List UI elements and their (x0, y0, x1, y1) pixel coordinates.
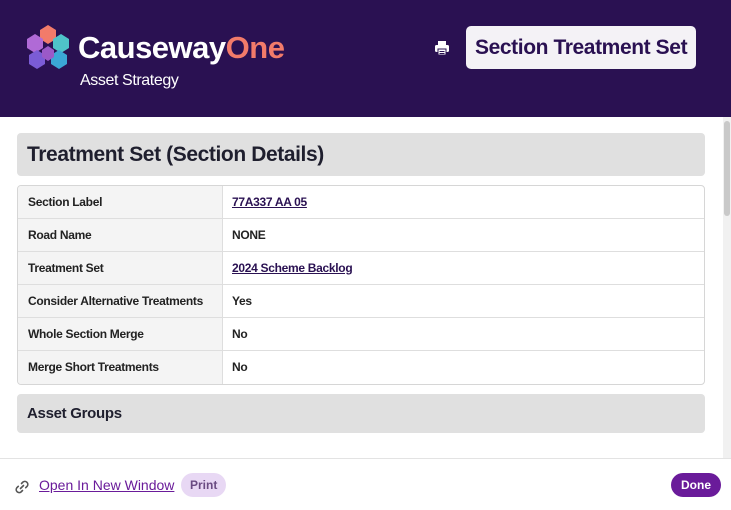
row-value: Yes (232, 294, 252, 308)
table-row: Consider Alternative Treatments Yes (18, 285, 704, 318)
row-value: 2024 Scheme Backlog (223, 252, 704, 284)
open-in-new-window-link[interactable]: Open In New Window (39, 477, 174, 493)
row-label: Section Label (18, 186, 223, 218)
content-area: Treatment Set (Section Details) Section … (0, 117, 723, 458)
row-label: Merge Short Treatments (18, 351, 223, 384)
details-heading: Treatment Set (Section Details) (17, 133, 705, 176)
row-label: Treatment Set (18, 252, 223, 284)
row-label: Consider Alternative Treatments (18, 285, 223, 317)
app-header: CausewayOne Asset Strategy Section Treat… (0, 0, 731, 117)
causeway-logo-icon (27, 25, 69, 69)
table-row: Road Name NONE (18, 219, 704, 252)
table-row: Whole Section Merge No (18, 318, 704, 351)
treatment-set-link[interactable]: 2024 Scheme Backlog (232, 261, 353, 275)
asset-groups-heading[interactable]: Asset Groups (17, 394, 705, 433)
table-row: Merge Short Treatments No (18, 351, 704, 384)
printer-icon[interactable] (434, 40, 450, 56)
brand-primary: Causeway (78, 30, 226, 65)
row-value: NONE (232, 228, 266, 242)
row-value: No (232, 360, 248, 374)
done-button[interactable]: Done (671, 473, 721, 497)
dialog-footer: Open In New Window Print Done (0, 458, 731, 510)
table-row: Section Label 77A337 AA 05 (18, 186, 704, 219)
details-table: Section Label 77A337 AA 05 Road Name NON… (17, 185, 705, 385)
link-icon (15, 480, 29, 494)
brand-subtitle: Asset Strategy (80, 72, 179, 89)
scrollbar-thumb[interactable] (724, 121, 730, 216)
brand-name: CausewayOne (78, 30, 285, 66)
vertical-scrollbar[interactable] (723, 117, 731, 458)
page-title: Section Treatment Set (466, 26, 697, 69)
brand-secondary: One (225, 30, 285, 65)
row-label: Road Name (18, 219, 223, 251)
row-value: 77A337 AA 05 (223, 186, 704, 218)
print-button[interactable]: Print (181, 473, 227, 497)
section-label-link[interactable]: 77A337 AA 05 (232, 195, 307, 209)
table-row: Treatment Set 2024 Scheme Backlog (18, 252, 704, 285)
row-label: Whole Section Merge (18, 318, 223, 350)
row-value: No (232, 327, 248, 341)
